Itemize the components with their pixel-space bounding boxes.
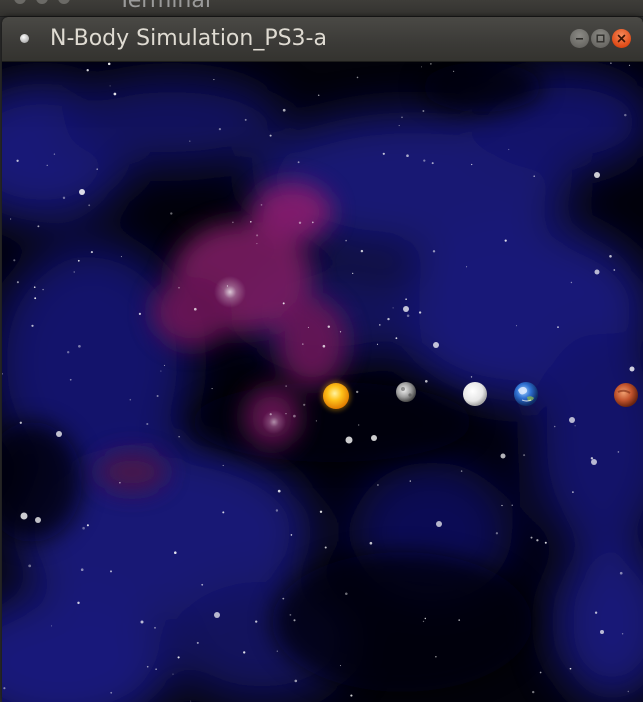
mercury-body[interactable] — [396, 382, 416, 402]
close-icon — [617, 34, 626, 43]
simulation-canvas[interactable] — [2, 62, 643, 702]
maximize-button[interactable] — [591, 29, 610, 48]
mars-body[interactable] — [614, 383, 638, 407]
sun-body[interactable] — [321, 381, 351, 411]
simulation-window: N-Body Simulation_PS3-a — [2, 17, 643, 702]
venus-body[interactable] — [463, 382, 487, 406]
earth-body[interactable] — [514, 382, 538, 406]
desktop: Terminal N-Body Simulation_PS3-a — [0, 0, 643, 702]
minimize-button[interactable] — [570, 29, 589, 48]
window-menu-dot — [19, 33, 29, 43]
minimize-icon — [576, 38, 583, 40]
background-window-titlebar[interactable]: Terminal — [0, 0, 643, 17]
window-controls — [570, 29, 631, 48]
background-close-icon[interactable] — [14, 0, 26, 4]
background-minimize-icon[interactable] — [36, 0, 48, 4]
close-button[interactable] — [612, 29, 631, 48]
bodies-layer — [321, 381, 638, 411]
background-window-title: Terminal — [118, 0, 211, 13]
window-titlebar[interactable]: N-Body Simulation_PS3-a — [2, 17, 643, 62]
maximize-icon — [596, 34, 605, 43]
background-maximize-icon[interactable] — [58, 0, 70, 4]
background-window-controls — [14, 0, 70, 4]
window-menu-icon[interactable] — [18, 32, 30, 44]
window-title: N-Body Simulation_PS3-a — [50, 26, 327, 51]
